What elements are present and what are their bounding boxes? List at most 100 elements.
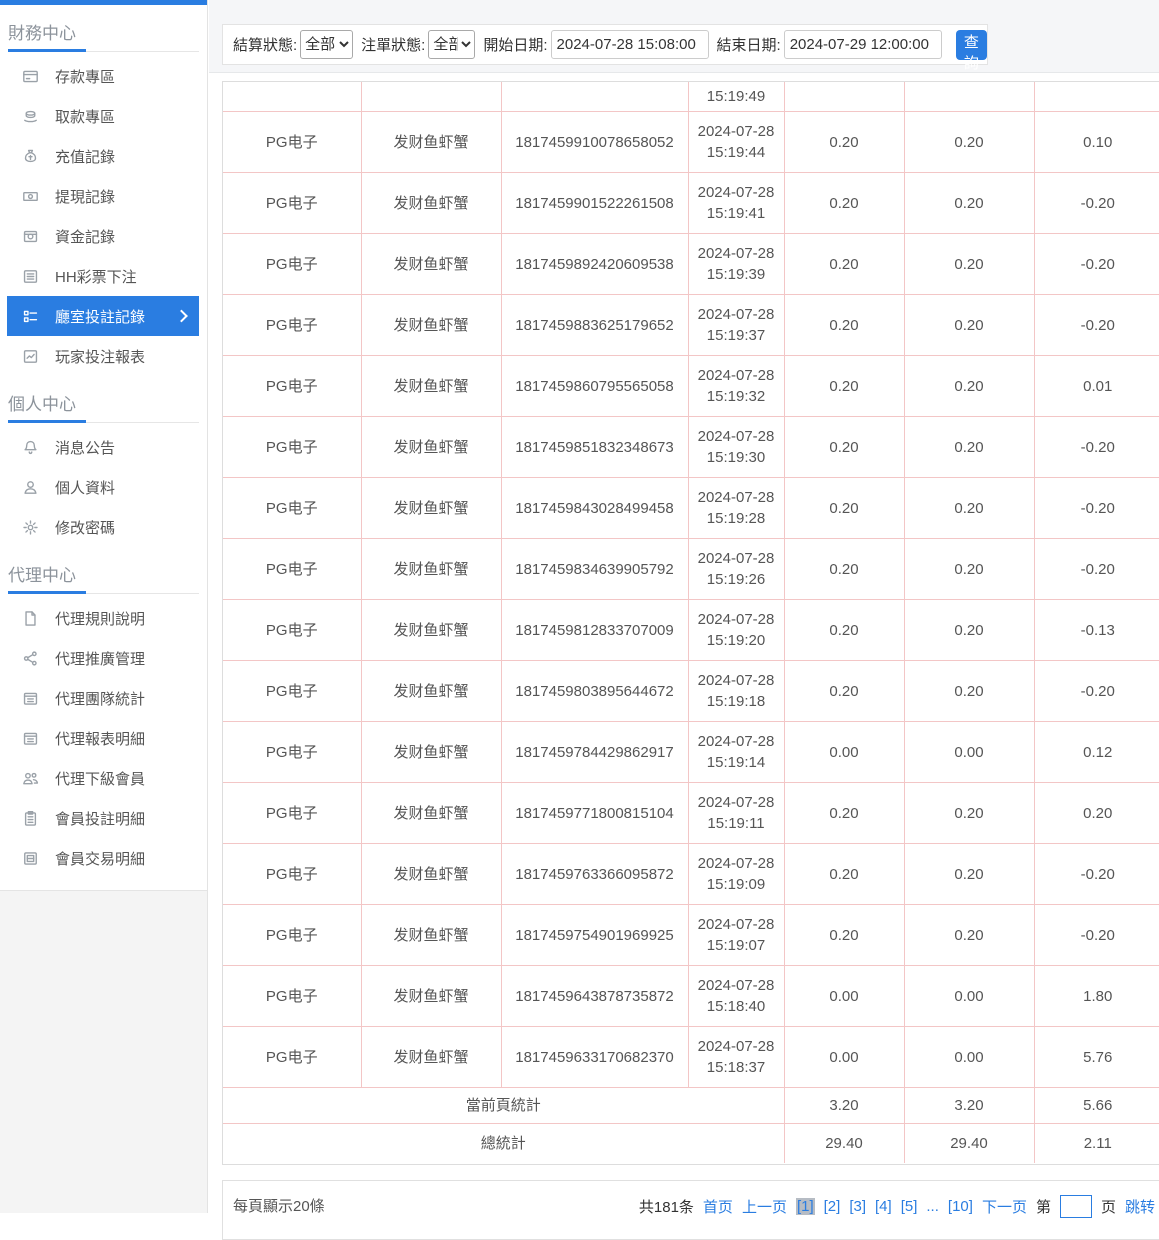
- bet-time-cell: 2024-07-28 15:19:41: [688, 173, 784, 234]
- valid-bet-cell: 0.20: [904, 356, 1034, 417]
- game-name-cell: 发财鱼虾蟹: [361, 1027, 501, 1088]
- doc-icon: [22, 610, 39, 627]
- sidebar-item-代理團隊統計[interactable]: 代理團隊統計: [7, 678, 199, 718]
- valid-bet-cell: 0.20: [904, 295, 1034, 356]
- page-link-1[interactable]: [1]: [796, 1198, 815, 1215]
- bet-time-cell: 2024-07-28 15:19:26: [688, 539, 784, 600]
- sidebar-item-消息公告[interactable]: 消息公告: [7, 427, 199, 467]
- order-id-cell: 1817459851832348673: [501, 417, 688, 478]
- bet-time-cell: 2024-07-28 15:19:18: [688, 661, 784, 722]
- sidebar-item-提現記錄[interactable]: 提現記錄: [7, 176, 199, 216]
- order-id-cell: [501, 82, 688, 112]
- sidebar-item-HH彩票下注[interactable]: HH彩票下注: [7, 256, 199, 296]
- table-row: PG电子发财鱼虾蟹18174598128337070092024-07-28 1…: [223, 600, 1159, 661]
- valid-bet-cell: 0.20: [904, 539, 1034, 600]
- sidebar-item-label: 取款專區: [55, 106, 115, 127]
- sidebar-nav: 財務中心存款專區取款專區充值記錄提現記錄資金記錄HH彩票下注廳室投註記錄玩家投注…: [0, 5, 207, 878]
- sidebar-item-充值記錄[interactable]: 充值記錄: [7, 136, 199, 176]
- clipboard-icon: [22, 810, 39, 827]
- sidebar-item-label: 充值記錄: [55, 146, 115, 167]
- game-name-cell: 发财鱼虾蟹: [361, 173, 501, 234]
- gear-icon: [22, 519, 39, 536]
- win-loss-cell: 5.66: [1034, 1088, 1159, 1124]
- order-id-cell: 1817459633170682370: [501, 1027, 688, 1088]
- sidebar-item-會員投註明細[interactable]: 會員投註明細: [7, 798, 199, 838]
- game-name-cell: [361, 82, 501, 112]
- page-link-5[interactable]: [5]: [901, 1198, 918, 1215]
- section-title-rule: [8, 49, 199, 52]
- bet-amount-cell: 29.40: [784, 1124, 904, 1164]
- bet-time-cell: 2024-07-28 15:19:11: [688, 783, 784, 844]
- bet-time-cell: 2024-07-28 15:19:14: [688, 722, 784, 783]
- sidebar-item-存款專區[interactable]: 存款專區: [7, 56, 199, 96]
- table-row: PG电子发财鱼虾蟹18174599015222615082024-07-28 1…: [223, 173, 1159, 234]
- page-link-4[interactable]: [4]: [875, 1198, 892, 1215]
- sidebar-item-代理推廣管理[interactable]: 代理推廣管理: [7, 638, 199, 678]
- platform-cell: PG电子: [223, 112, 361, 173]
- jump-page-input[interactable]: [1060, 1195, 1092, 1218]
- section-title: 個人中心: [0, 376, 207, 420]
- bet-time-cell: 2024-07-28 15:19:44: [688, 112, 784, 173]
- share-icon: [22, 650, 39, 667]
- sidebar-item-廳室投註記錄[interactable]: 廳室投註記錄: [7, 296, 199, 336]
- sidebar-item-代理報表明細[interactable]: 代理報表明細: [7, 718, 199, 758]
- sidebar-item-資金記錄[interactable]: 資金記錄: [7, 216, 199, 256]
- end-date-input[interactable]: [784, 30, 942, 59]
- table-row-partial: 15:19:49: [223, 82, 1159, 112]
- sidebar-item-label: HH彩票下注: [55, 266, 137, 287]
- game-name-cell: 发财鱼虾蟹: [361, 905, 501, 966]
- fund-record-icon: [22, 228, 39, 245]
- jump-prefix-label: 第: [1036, 1196, 1051, 1217]
- page-link-2[interactable]: [2]: [824, 1198, 841, 1215]
- win-loss-cell: -0.20: [1034, 295, 1159, 356]
- sidebar-item-label: 代理團隊統計: [55, 688, 145, 709]
- jump-button[interactable]: 跳转: [1125, 1196, 1155, 1217]
- total-count-label: 共181条: [639, 1196, 694, 1217]
- sidebar-item-玩家投注報表[interactable]: 玩家投注報表: [7, 336, 199, 376]
- settle-status-select[interactable]: 全部: [300, 30, 353, 59]
- platform-cell: PG电子: [223, 539, 361, 600]
- valid-bet-cell: 0.20: [904, 417, 1034, 478]
- first-page-link[interactable]: 首页: [703, 1196, 733, 1217]
- valid-bet-cell: 0.20: [904, 478, 1034, 539]
- platform-cell: PG电子: [223, 844, 361, 905]
- sidebar-item-代理規則說明[interactable]: 代理規則說明: [7, 598, 199, 638]
- order-status-select[interactable]: 全部: [428, 30, 475, 59]
- sidebar-item-會員交易明細[interactable]: 會員交易明細: [7, 838, 199, 878]
- sidebar-item-label: 存款專區: [55, 66, 115, 87]
- start-date-input[interactable]: [551, 30, 709, 59]
- withdraw-hand-icon: [22, 108, 39, 125]
- win-loss-cell: -0.20: [1034, 905, 1159, 966]
- sidebar-item-取款專區[interactable]: 取款專區: [7, 96, 199, 136]
- sidebar-item-label: 代理規則說明: [55, 608, 145, 629]
- page-ellipsis: ...: [926, 1198, 939, 1215]
- bet-amount-cell: 0.20: [784, 905, 904, 966]
- platform-cell: [223, 82, 361, 112]
- sidebar-item-修改密碼[interactable]: 修改密碼: [7, 507, 199, 547]
- valid-bet-cell: [904, 82, 1034, 112]
- next-page-link[interactable]: 下一页: [982, 1196, 1027, 1217]
- order-id-cell: 1817459643878735872: [501, 966, 688, 1027]
- platform-cell: PG电子: [223, 661, 361, 722]
- page-link-last[interactable]: [10]: [948, 1198, 973, 1215]
- bet-amount-cell: 0.20: [784, 539, 904, 600]
- sidebar-item-個人資料[interactable]: 個人資料: [7, 467, 199, 507]
- valid-bet-cell: 0.00: [904, 1027, 1034, 1088]
- sidebar-item-label: 代理下級會員: [55, 768, 145, 789]
- chevron-right-icon: [175, 310, 188, 323]
- bet-time-cell: 2024-07-28 15:18:40: [688, 966, 784, 1027]
- win-loss-cell: 0.10: [1034, 112, 1159, 173]
- sidebar-item-代理下級會員[interactable]: 代理下級會員: [7, 758, 199, 798]
- win-loss-cell: -0.20: [1034, 173, 1159, 234]
- platform-cell: PG电子: [223, 1027, 361, 1088]
- page-link-3[interactable]: [3]: [849, 1198, 866, 1215]
- prev-page-link[interactable]: 上一页: [742, 1196, 787, 1217]
- table-row: PG电子发财鱼虾蟹18174599100786580522024-07-28 1…: [223, 112, 1159, 173]
- order-id-cell: 1817459901522261508: [501, 173, 688, 234]
- order-id-cell: 1817459834639905792: [501, 539, 688, 600]
- search-button[interactable]: 查詢: [956, 30, 987, 60]
- sidebar-item-label: 消息公告: [55, 437, 115, 458]
- table-row: PG电子发财鱼虾蟹18174598346399057922024-07-28 1…: [223, 539, 1159, 600]
- order-id-cell: 1817459910078658052: [501, 112, 688, 173]
- table-row: PG电子发财鱼虾蟹18174597633660958722024-07-28 1…: [223, 844, 1159, 905]
